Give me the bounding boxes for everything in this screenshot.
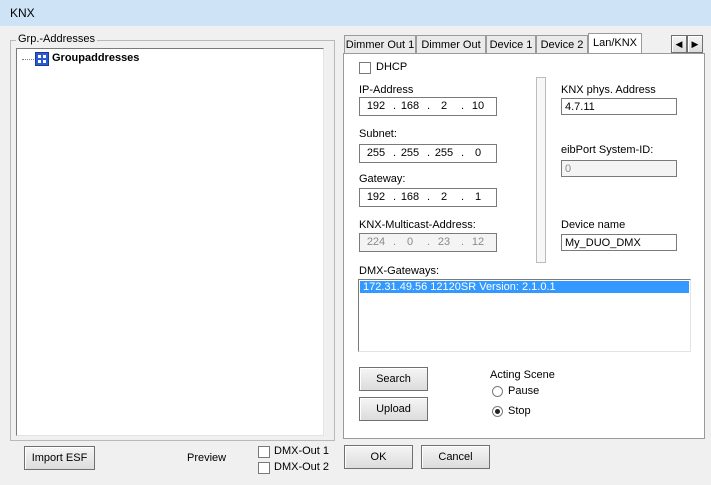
gateway-octet: 192 — [366, 191, 386, 203]
stop-label: Stop — [508, 405, 531, 417]
system-id-input: 0 — [561, 160, 677, 177]
tab-scroll-left-button[interactable]: ◀ — [671, 35, 687, 53]
dhcp-label: DHCP — [376, 61, 408, 73]
arrow-left-icon: ◀ — [675, 39, 683, 49]
dmx-out1-checkbox[interactable] — [258, 446, 270, 458]
dmx-gateways-label: DMX-Gateways: — [359, 265, 440, 277]
tab-dimmer-out-1[interactable]: Dimmer Out 1 — [344, 35, 416, 54]
subnet-octet: 0 — [474, 147, 482, 159]
window-title: KNX — [10, 6, 35, 20]
group-address-tree[interactable]: Groupaddresses — [16, 48, 324, 436]
import-esf-button[interactable]: Import ESF — [24, 446, 95, 470]
multicast-input: 224 . 0 . 23 . 12 — [359, 233, 497, 252]
multicast-octet: 0 — [406, 236, 414, 248]
subnet-input[interactable]: 255 . 255 . 255 . 0 — [359, 144, 497, 163]
arrow-right-icon: ▶ — [691, 39, 699, 49]
dmx-out1-label: DMX-Out 1 — [274, 445, 330, 457]
gateway-label: Gateway: — [359, 173, 406, 185]
subnet-octet: 255 — [400, 147, 420, 159]
dhcp-checkbox[interactable] — [359, 62, 371, 74]
tab-scroll-right-button[interactable]: ▶ — [687, 35, 703, 53]
ip-octet: 2 — [440, 100, 448, 112]
system-id-label: eibPort System-ID: — [561, 144, 654, 156]
tree-line — [22, 59, 36, 60]
gateway-octet: 2 — [440, 191, 448, 203]
group-icon — [35, 52, 49, 66]
multicast-octet: 224 — [366, 236, 386, 248]
ip-octet: 168 — [400, 100, 420, 112]
dmx-gateway-item[interactable]: 172.31.49.56 12120SR Version: 2.1.0.1 — [360, 281, 689, 293]
ip-address-label: IP-Address — [359, 84, 414, 96]
device-name-input[interactable]: My_DUO_DMX — [561, 234, 677, 251]
group-addresses-label: Grp.-Addresses — [16, 33, 98, 45]
gateway-octet: 1 — [474, 191, 482, 203]
tree-item-groupaddresses[interactable]: Groupaddresses — [52, 52, 139, 64]
tab-dimmer-out-2[interactable]: Dimmer Out 2 — [416, 35, 486, 69]
cancel-button[interactable]: Cancel — [421, 445, 490, 469]
dmx-out2-label: DMX-Out 2 — [274, 461, 330, 473]
subnet-octet: 255 — [366, 147, 386, 159]
gateway-input[interactable]: 192 . 168 . 2 . 1 — [359, 188, 497, 207]
multicast-octet: 23 — [437, 236, 451, 248]
multicast-octet: 12 — [471, 236, 485, 248]
upload-button[interactable]: Upload — [359, 397, 428, 421]
acting-scene-label: Acting Scene — [490, 369, 555, 381]
knx-phys-address-input[interactable]: 4.7.11 — [561, 98, 677, 115]
dmx-out2-checkbox[interactable] — [258, 462, 270, 474]
ip-address-input[interactable]: 192 . 168 . 2 . 10 — [359, 97, 497, 116]
subnet-octet: 255 — [434, 147, 454, 159]
ok-button[interactable]: OK — [344, 445, 413, 469]
knx-phys-address-label: KNX phys. Address — [561, 84, 656, 96]
title-bar: KNX — [0, 0, 711, 27]
tab-device-2[interactable]: Device 2 — [536, 35, 588, 54]
multicast-label: KNX-Multicast-Address: — [359, 219, 476, 231]
ip-octet: 10 — [471, 100, 485, 112]
preview-label: Preview — [187, 452, 227, 464]
subnet-label: Subnet: — [359, 128, 397, 140]
device-name-label: Device name — [561, 219, 626, 231]
search-button[interactable]: Search — [359, 367, 428, 391]
tab-device-1[interactable]: Device 1 — [486, 35, 536, 54]
tab-lan-knx[interactable]: Lan/KNX — [588, 33, 642, 54]
stop-radio[interactable] — [492, 406, 503, 417]
dmx-gateways-list[interactable]: 172.31.49.56 12120SR Version: 2.1.0.1 — [358, 279, 691, 352]
vertical-separator — [536, 77, 546, 263]
pause-label: Pause — [508, 385, 540, 397]
gateway-octet: 168 — [400, 191, 420, 203]
pause-radio[interactable] — [492, 386, 503, 397]
ip-octet: 192 — [366, 100, 386, 112]
